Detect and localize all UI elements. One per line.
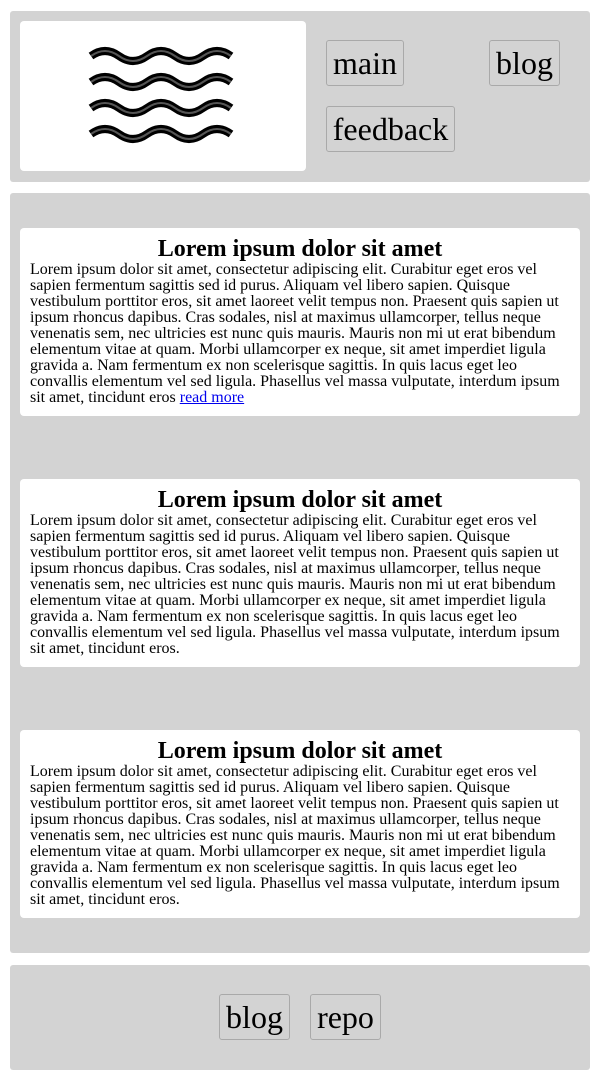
- logo: [20, 21, 306, 171]
- post-body: Lorem ipsum dolor sit amet, consectetur …: [30, 262, 570, 406]
- post-card: Lorem ipsum dolor sit amet Lorem ipsum d…: [20, 228, 580, 416]
- nav-blog-button[interactable]: blog: [489, 40, 560, 86]
- post-title: Lorem ipsum dolor sit amet: [157, 738, 443, 764]
- post-body-text: Lorem ipsum dolor sit amet, consectetur …: [30, 261, 560, 406]
- post-title: Lorem ipsum dolor sit amet: [157, 487, 443, 513]
- post-body: Lorem ipsum dolor sit amet, consectetur …: [30, 763, 560, 908]
- post-card: Lorem ipsum dolor sit amet Lorem ipsum d…: [20, 479, 580, 667]
- posts-section: Lorem ipsum dolor sit amet Lorem ipsum d…: [10, 193, 590, 953]
- nav-main-button[interactable]: main: [326, 40, 404, 86]
- nav-feedback-button[interactable]: feedback: [326, 106, 455, 152]
- footer-repo-button[interactable]: repo: [310, 994, 381, 1040]
- post-card: Lorem ipsum dolor sit amet Lorem ipsum d…: [20, 730, 580, 918]
- post-title: Lorem ipsum dolor sit amet: [157, 236, 443, 262]
- waves-icon: [88, 47, 234, 143]
- read-more-link[interactable]: read more: [180, 389, 244, 406]
- footer-blog-button[interactable]: blog: [219, 994, 290, 1040]
- site-footer: blog repo: [10, 965, 590, 1070]
- post-body: Lorem ipsum dolor sit amet, consectetur …: [30, 512, 560, 657]
- site-header: main blog feedback: [10, 11, 590, 182]
